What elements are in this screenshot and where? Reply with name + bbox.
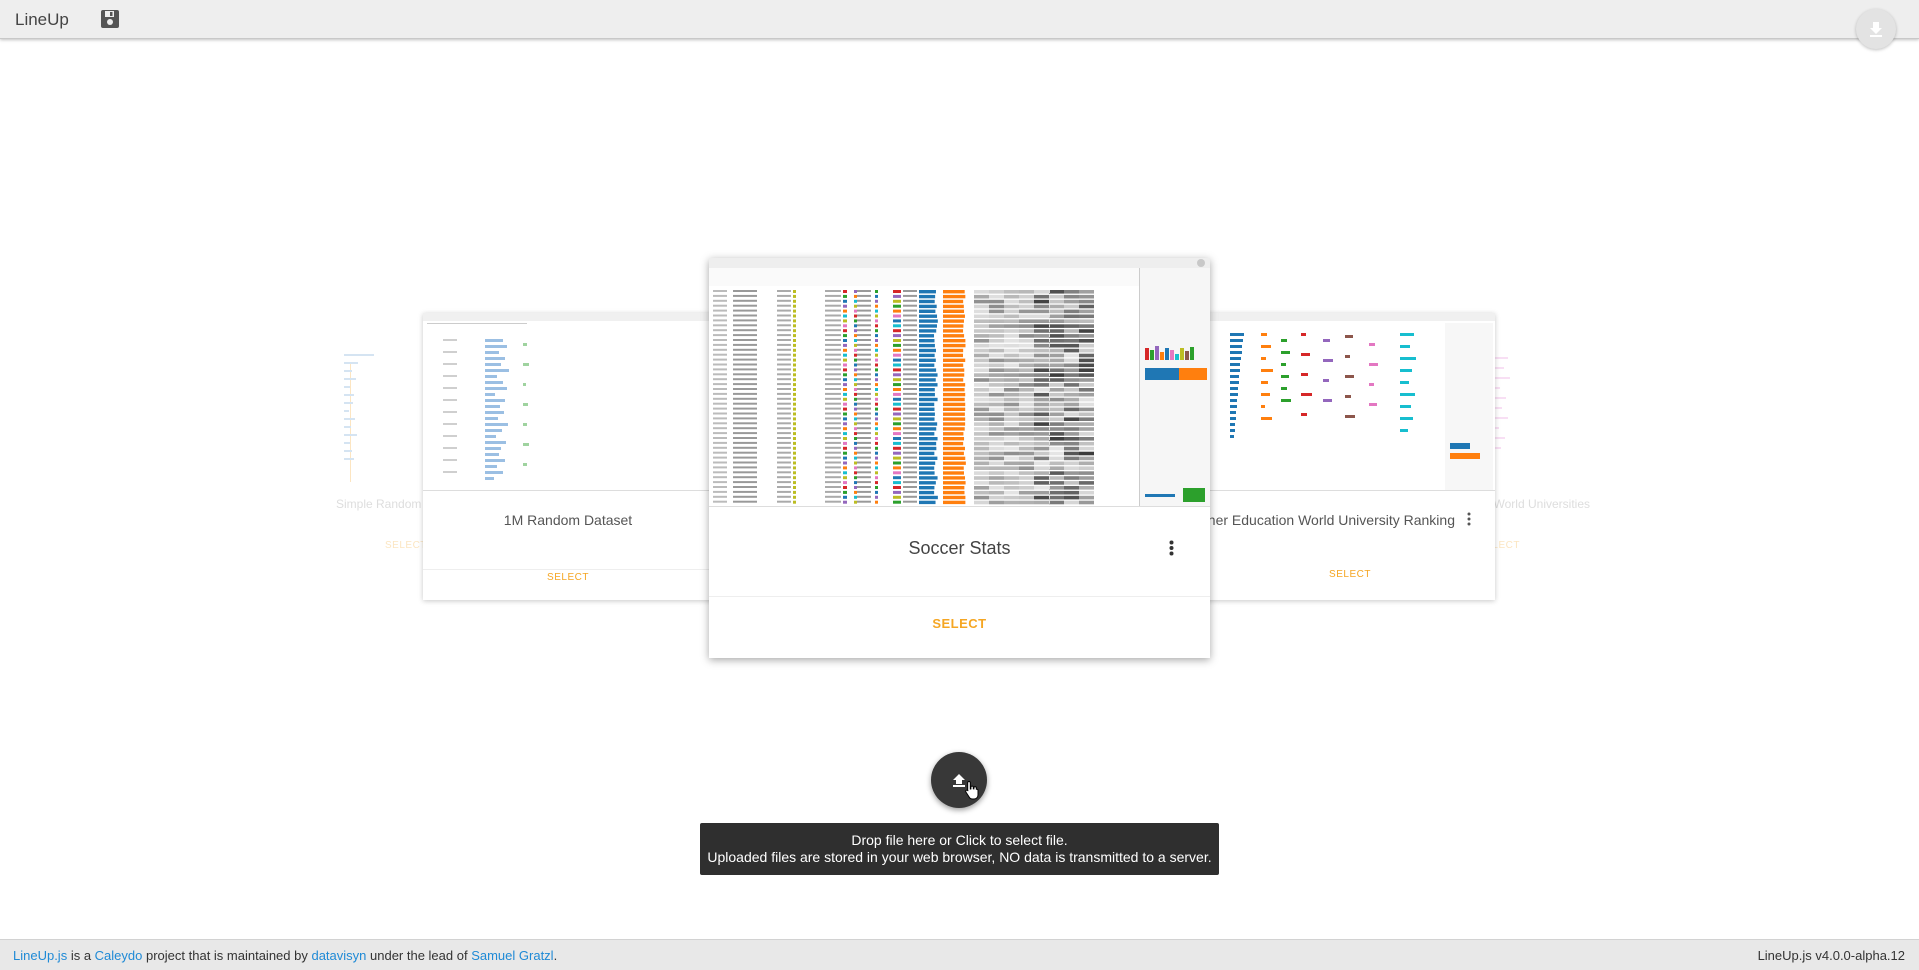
more-vertical-icon	[1169, 540, 1174, 556]
hand-cursor-icon	[964, 780, 980, 805]
author-link[interactable]: Samuel Gratzl	[471, 948, 553, 963]
footer-text: is a	[67, 948, 95, 963]
download-button[interactable]	[1856, 9, 1896, 49]
lineup-link[interactable]: LineUp.js	[13, 948, 67, 963]
version-label: LineUp.js v4.0.0-alpha.12	[1757, 948, 1905, 963]
upload-tooltip: Drop file here or Click to select file. …	[700, 823, 1219, 875]
card-divider	[709, 596, 1210, 597]
footer-text: project that is maintained by	[142, 948, 312, 963]
dataset-card-soccer-stats[interactable]: Soccer Stats SELECT	[709, 258, 1210, 658]
footer-credits: LineUp.js is a Caleydo project that is m…	[13, 948, 557, 963]
save-button[interactable]	[100, 9, 122, 29]
card-menu-button[interactable]	[1467, 512, 1471, 531]
footer: LineUp.js is a Caleydo project that is m…	[0, 939, 1919, 970]
download-icon	[1870, 22, 1882, 37]
footer-text: under the lead of	[366, 948, 472, 963]
card-menu-button[interactable]	[1169, 540, 1174, 561]
upload-hint-line2: Uploaded files are stored in your web br…	[707, 849, 1212, 865]
upload-hint-line1: Drop file here or Click to select file.	[851, 832, 1068, 848]
footer-text: .	[553, 948, 558, 963]
app-header: LineUp	[0, 0, 1919, 49]
more-vertical-icon	[1467, 512, 1471, 526]
select-button[interactable]: SELECT	[709, 616, 1210, 631]
card-thumbnail	[709, 258, 1210, 507]
app-title: LineUp	[15, 10, 69, 29]
caleydo-link[interactable]: Caleydo	[95, 948, 143, 963]
card-title: Soccer Stats	[908, 538, 1011, 558]
datavisyn-link[interactable]: datavisyn	[311, 948, 366, 963]
floppy-disk-icon	[101, 10, 119, 28]
